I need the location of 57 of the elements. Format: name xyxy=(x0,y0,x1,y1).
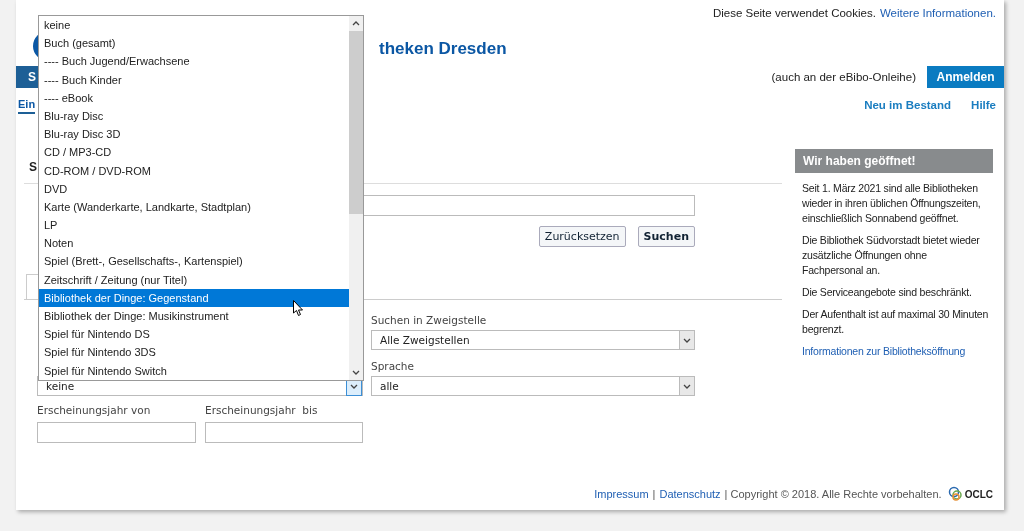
header-link[interactable]: Neu im Bestand xyxy=(864,99,952,111)
rings-logo-icon xyxy=(947,486,964,502)
dropdown-option[interactable]: ---- Buch Kinder xyxy=(39,70,349,89)
sidebar-title: Wir haben geöffnet! xyxy=(795,149,993,173)
dropdown-option[interactable]: CD / MP3-CD xyxy=(39,143,349,162)
dropdown-option[interactable]: ---- Buch Jugend/Erwachsene xyxy=(39,52,349,71)
footer-link[interactable]: Impressum xyxy=(594,488,649,500)
chevron-up-icon xyxy=(352,21,360,26)
dropdown-option[interactable]: keine xyxy=(39,16,349,35)
cookie-notice: Diese Seite verwendet Cookies. xyxy=(712,7,876,19)
dropdown-option[interactable]: DVD xyxy=(39,179,349,198)
chevron-down-icon xyxy=(683,337,691,343)
select-field[interactable]: Alle Zweigstellen xyxy=(371,330,695,350)
dropdown-option[interactable]: Spiel für Nintendo DS xyxy=(39,325,349,344)
header-link[interactable]: Hilfe xyxy=(971,99,996,111)
search-button[interactable]: Suchen xyxy=(637,226,695,247)
login-hint: (auch an der eBibo-Onleihe) xyxy=(771,71,916,83)
sidebar-text: Seit 1. März 2021 sind alle Bibliotheken wieder in ihren üblichen Öffnungszeiten, einschließlich Sonnabend geöffnet. xyxy=(802,181,982,226)
dropdown-option[interactable]: Blu-ray Disc xyxy=(39,106,349,126)
field-label: Sprache xyxy=(371,360,415,374)
dropdown-option[interactable]: Bibliothek der Dinge: Gegenstand xyxy=(39,288,349,307)
footer-text: | xyxy=(652,488,656,500)
dropdown-option[interactable]: LP xyxy=(39,216,349,235)
reset-button[interactable]: Zurücksetzen xyxy=(538,226,626,247)
info-link[interactable]: Weitere Informationen. xyxy=(879,7,996,19)
year-field[interactable] xyxy=(37,422,196,443)
scrollbar-thumb[interactable] xyxy=(349,31,363,214)
dropdown-option[interactable]: Blu-ray Disc 3D xyxy=(39,125,349,144)
field-label: Erscheinungsjahr von xyxy=(37,404,152,418)
dropdown-option[interactable]: Bibliothek der Dinge: Musikinstrument xyxy=(39,307,349,326)
select-field[interactable]: alle xyxy=(371,376,695,396)
dropdown-option[interactable]: Spiel (Brett-, Gesellschafts-, Kartenspiel) xyxy=(39,252,349,271)
dropdown-option[interactable]: ---- eBook xyxy=(39,88,349,107)
logo-text: OCLC xyxy=(964,488,993,500)
dropdown-option[interactable]: Noten xyxy=(39,234,349,253)
chevron-down-icon xyxy=(683,383,691,389)
sidebar-text: Die Serviceangebote sind beschränkt. xyxy=(802,285,973,300)
footer-link[interactable]: Datenschutz xyxy=(659,488,721,500)
dropdown-option[interactable]: Zeitschrift / Zeitung (nur Titel) xyxy=(39,270,349,289)
dropdown-list[interactable] xyxy=(38,15,364,381)
site-title: theken Dresden xyxy=(379,39,507,59)
opening-info-link[interactable]: Informationen zur Bibliotheksöffnung xyxy=(802,345,966,357)
cursor-icon xyxy=(293,300,304,317)
field-label: Suchen in Zweigstelle xyxy=(371,314,488,328)
footer-text: | Copyright © 2018. Alle Rechte vorbehalten. xyxy=(724,488,942,500)
section-heading: S xyxy=(29,160,37,176)
sidebar-text: Der Aufenthalt ist auf maximal 30 Minuten begrenzt. xyxy=(802,307,989,337)
dropdown-option[interactable]: Karte (Wanderkarte, Landkarte, Stadtplan) xyxy=(39,197,349,217)
dropdown-option[interactable]: Spiel für Nintendo 3DS xyxy=(39,343,349,362)
field-label: Erscheinungsjahr bis xyxy=(205,404,319,418)
sidebar-text: Die Bibliothek Südvorstadt bietet wieder zusätzliche Öffnungen ohne Fachpersonal an. xyxy=(802,233,981,278)
search-field[interactable] xyxy=(363,195,695,216)
search-tab[interactable]: Ein xyxy=(18,96,36,114)
year-field[interactable] xyxy=(205,422,363,443)
login-button[interactable]: Anmelden xyxy=(927,66,1004,88)
dropdown-option[interactable]: CD-ROM / DVD-ROM xyxy=(39,161,349,180)
scrollbar[interactable] xyxy=(349,16,363,380)
